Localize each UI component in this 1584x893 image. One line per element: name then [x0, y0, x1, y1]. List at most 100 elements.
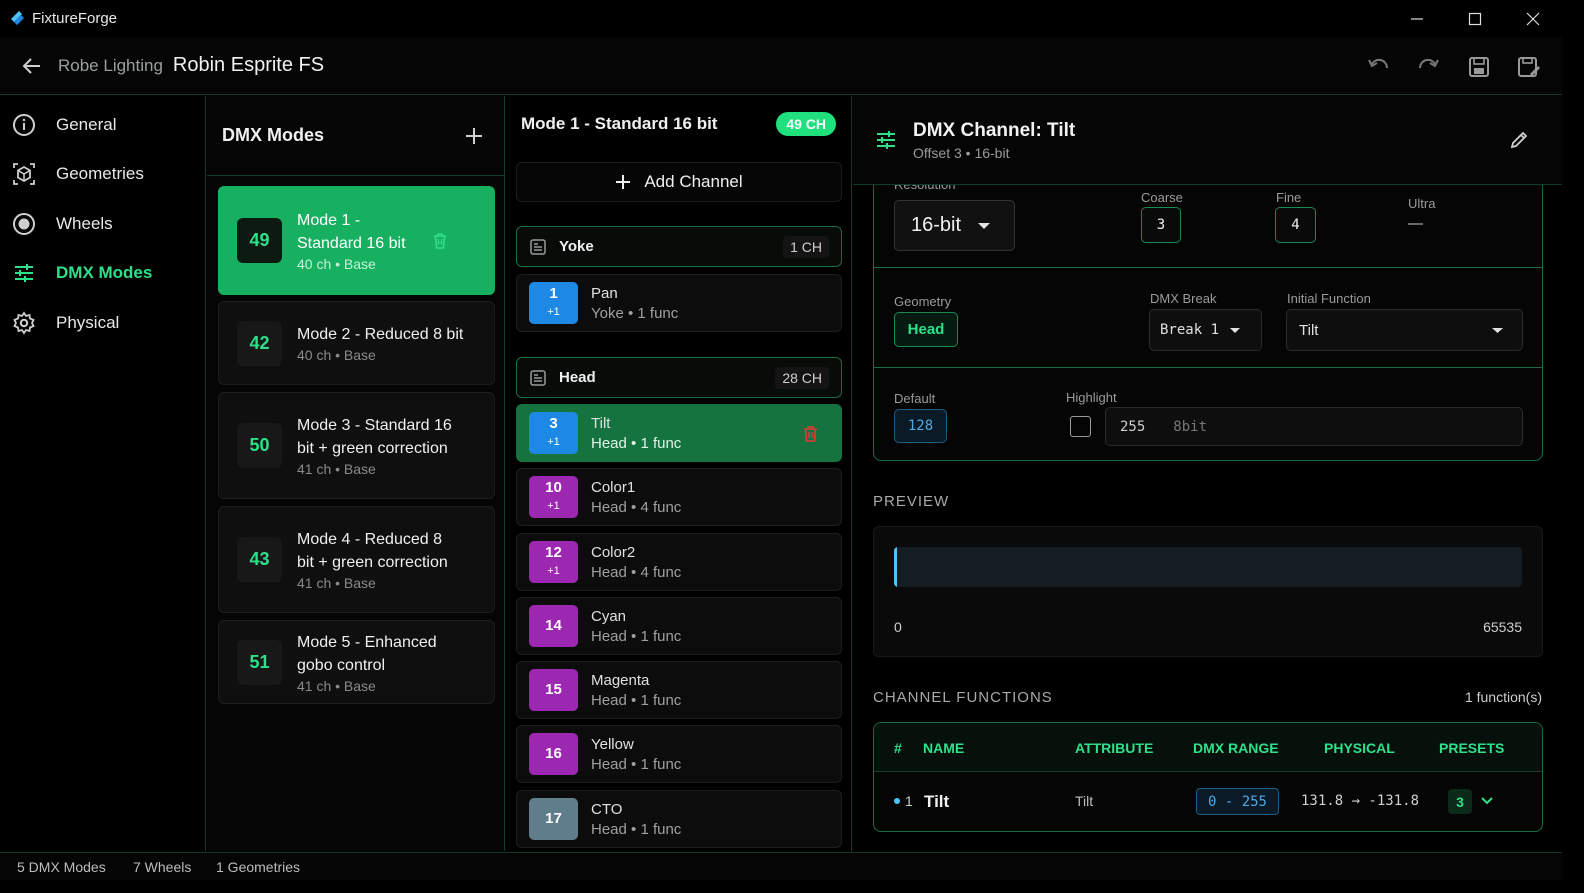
col-physical: PHYSICAL: [1324, 740, 1395, 756]
mode-card-2[interactable]: 42 Mode 2 - Reduced 8 bit 40 ch • Base: [218, 301, 495, 385]
row-dmx-range[interactable]: 0 - 255: [1196, 788, 1279, 815]
minimize-icon: [1411, 17, 1423, 20]
default-value-field[interactable]: 128: [894, 409, 947, 443]
coarse-label: Coarse: [1141, 190, 1183, 205]
mode-sub: 41 ch • Base: [297, 677, 376, 694]
channel-card-magenta[interactable]: 15 Magenta Head • 1 func: [516, 661, 842, 719]
group-header-yoke[interactable]: Yoke 1 CH: [516, 226, 842, 267]
undo-icon[interactable]: [1366, 54, 1392, 80]
mode-card-4[interactable]: 43 Mode 4 - Reduced 8 bit + green correc…: [218, 506, 495, 613]
app-header: Robe Lighting Robin Esprite FS: [0, 37, 1562, 95]
nav-item-general[interactable]: General: [0, 100, 205, 150]
group-count: 28 CH: [775, 366, 829, 389]
channel-sub: Head • 1 func: [591, 820, 682, 838]
divider: [874, 367, 1542, 368]
channel-detail-title: DMX Channel: Tilt: [913, 119, 1076, 141]
dmx-break-value: Break 1: [1160, 322, 1220, 338]
row-presets-badge[interactable]: 3: [1448, 789, 1472, 814]
dmx-break-select[interactable]: Break 1: [1149, 309, 1262, 351]
app-logo-icon: [11, 10, 24, 25]
channel-card-cto[interactable]: 17 CTO Head • 1 func: [516, 790, 842, 848]
highlight-value-field[interactable]: 255 8bit: [1105, 407, 1523, 446]
minimize-button[interactable]: [1388, 0, 1446, 37]
channel-card-yellow[interactable]: 16 Yellow Head • 1 func: [516, 725, 842, 783]
mode-name: Mode 2 - Reduced 8 bit: [297, 326, 464, 343]
functions-table: # NAME ATTRIBUTE DMX RANGE PHYSICAL PRES…: [873, 722, 1543, 832]
channel-card-pan[interactable]: 1 +1 Pan Yoke • 1 func: [516, 274, 842, 332]
group-icon: [530, 238, 546, 255]
fine-field[interactable]: 4: [1275, 207, 1316, 243]
channel-sub: Head • 4 func: [591, 563, 682, 581]
function-count: 1 function(s): [1464, 689, 1542, 705]
mode-card-5[interactable]: 51 Mode 5 - Enhanced gobo control 41 ch …: [218, 620, 495, 704]
channel-settings-icon: [877, 131, 895, 149]
divider: [874, 267, 1542, 268]
highlight-unit: 8bit: [1173, 418, 1208, 435]
fixture-model-title: Robin Esprite FS: [172, 54, 325, 76]
channel-sub: Head • 1 func: [591, 627, 682, 645]
geometry-chip[interactable]: Head: [894, 312, 958, 347]
fine-label: Fine: [1276, 190, 1302, 205]
nav-label-dmx-modes: DMX Modes: [56, 263, 153, 283]
row-physical: 131.8 → -131.8: [1301, 793, 1420, 809]
channel-number-badge: 15: [529, 669, 578, 711]
group-icon: [530, 369, 546, 386]
channel-settings-card: Resolution 16-bit Coarse 3 Fine 4 Ultra …: [873, 166, 1543, 461]
back-arrow-icon[interactable]: [20, 54, 44, 78]
delete-mode-icon[interactable]: [431, 232, 449, 250]
app-title: FixtureForge: [32, 10, 118, 27]
mode-sub: 40 ch • Base: [297, 347, 376, 363]
channel-card-cyan[interactable]: 14 Cyan Head • 1 func: [516, 597, 842, 655]
wheel-icon: [13, 212, 35, 235]
mode-name: Mode 4 - Reduced 8 bit + green correctio…: [297, 531, 448, 571]
group-name: Yoke: [559, 238, 594, 255]
channel-sub: Yoke • 1 func: [591, 304, 679, 322]
table-row[interactable]: 1 Tilt Tilt 0 - 255 131.8 → -131.8 3: [874, 772, 1542, 831]
group-header-head[interactable]: Head 28 CH: [516, 357, 842, 398]
initial-function-select[interactable]: Tilt: [1286, 309, 1523, 351]
resolution-value: 16-bit: [911, 214, 962, 236]
channel-card-tilt[interactable]: 3 +1 Tilt Head • 1 func: [516, 404, 842, 462]
chevron-down-icon[interactable]: [1481, 796, 1493, 806]
delete-channel-icon[interactable]: [802, 425, 819, 443]
nav-item-physical[interactable]: Physical: [0, 298, 205, 348]
channel-card-color1[interactable]: 10 +1 Color1 Head • 4 func: [516, 468, 842, 526]
mode-channel-count: 42: [237, 320, 282, 366]
mode-card-3[interactable]: 50 Mode 3 - Standard 16 bit + green corr…: [218, 392, 495, 499]
preview-bar-track: [894, 547, 1522, 587]
nav-item-wheels[interactable]: Wheels: [0, 199, 205, 249]
nav-label-wheels: Wheels: [56, 213, 113, 233]
channel-functions-title: CHANNEL FUNCTIONS: [873, 689, 1053, 706]
channel-card-color2[interactable]: 12 +1 Color2 Head • 4 func: [516, 533, 842, 591]
mode-card-1[interactable]: 49 Mode 1 - Standard 16 bit 40 ch • Base: [218, 186, 495, 295]
save-icon[interactable]: [1466, 54, 1492, 80]
maximize-button[interactable]: [1446, 0, 1504, 37]
channel-count-pill: 49 CH: [776, 112, 836, 136]
resolution-select[interactable]: 16-bit: [894, 200, 1015, 251]
channel-number-badge: 17: [529, 798, 578, 840]
preview-min-label: 0: [894, 619, 902, 635]
edit-pencil-icon[interactable]: [1509, 130, 1529, 150]
highlight-checkbox[interactable]: [1070, 416, 1091, 437]
nav-label-geometries: Geometries: [56, 164, 144, 184]
status-geometries: 1 Geometries: [216, 859, 301, 875]
mode-name: Mode 1 - Standard 16 bit: [297, 212, 406, 252]
add-channel-button[interactable]: Add Channel: [516, 162, 842, 202]
dmx-modes-header: DMX Modes: [207, 96, 504, 176]
channel-sub: Head • 1 func: [591, 755, 682, 773]
nav-item-geometries[interactable]: Geometries: [0, 150, 205, 200]
dmx-modes-title: DMX Modes: [222, 125, 325, 145]
channel-name: Cyan: [591, 607, 627, 625]
save-as-icon[interactable]: [1516, 54, 1542, 80]
initial-function-value: Tilt: [1299, 321, 1319, 339]
initial-function-label: Initial Function: [1287, 291, 1371, 306]
nav-item-dmx-modes[interactable]: DMX Modes: [0, 249, 205, 299]
highlight-value: 255: [1120, 418, 1146, 435]
channel-name: CTO: [591, 800, 623, 818]
close-button[interactable]: [1504, 0, 1562, 37]
redo-icon[interactable]: [1415, 54, 1441, 80]
coarse-field[interactable]: 3: [1141, 207, 1181, 243]
add-mode-icon[interactable]: [464, 126, 484, 146]
geometry-label: Geometry: [894, 294, 952, 309]
highlight-label: Highlight: [1066, 390, 1117, 405]
